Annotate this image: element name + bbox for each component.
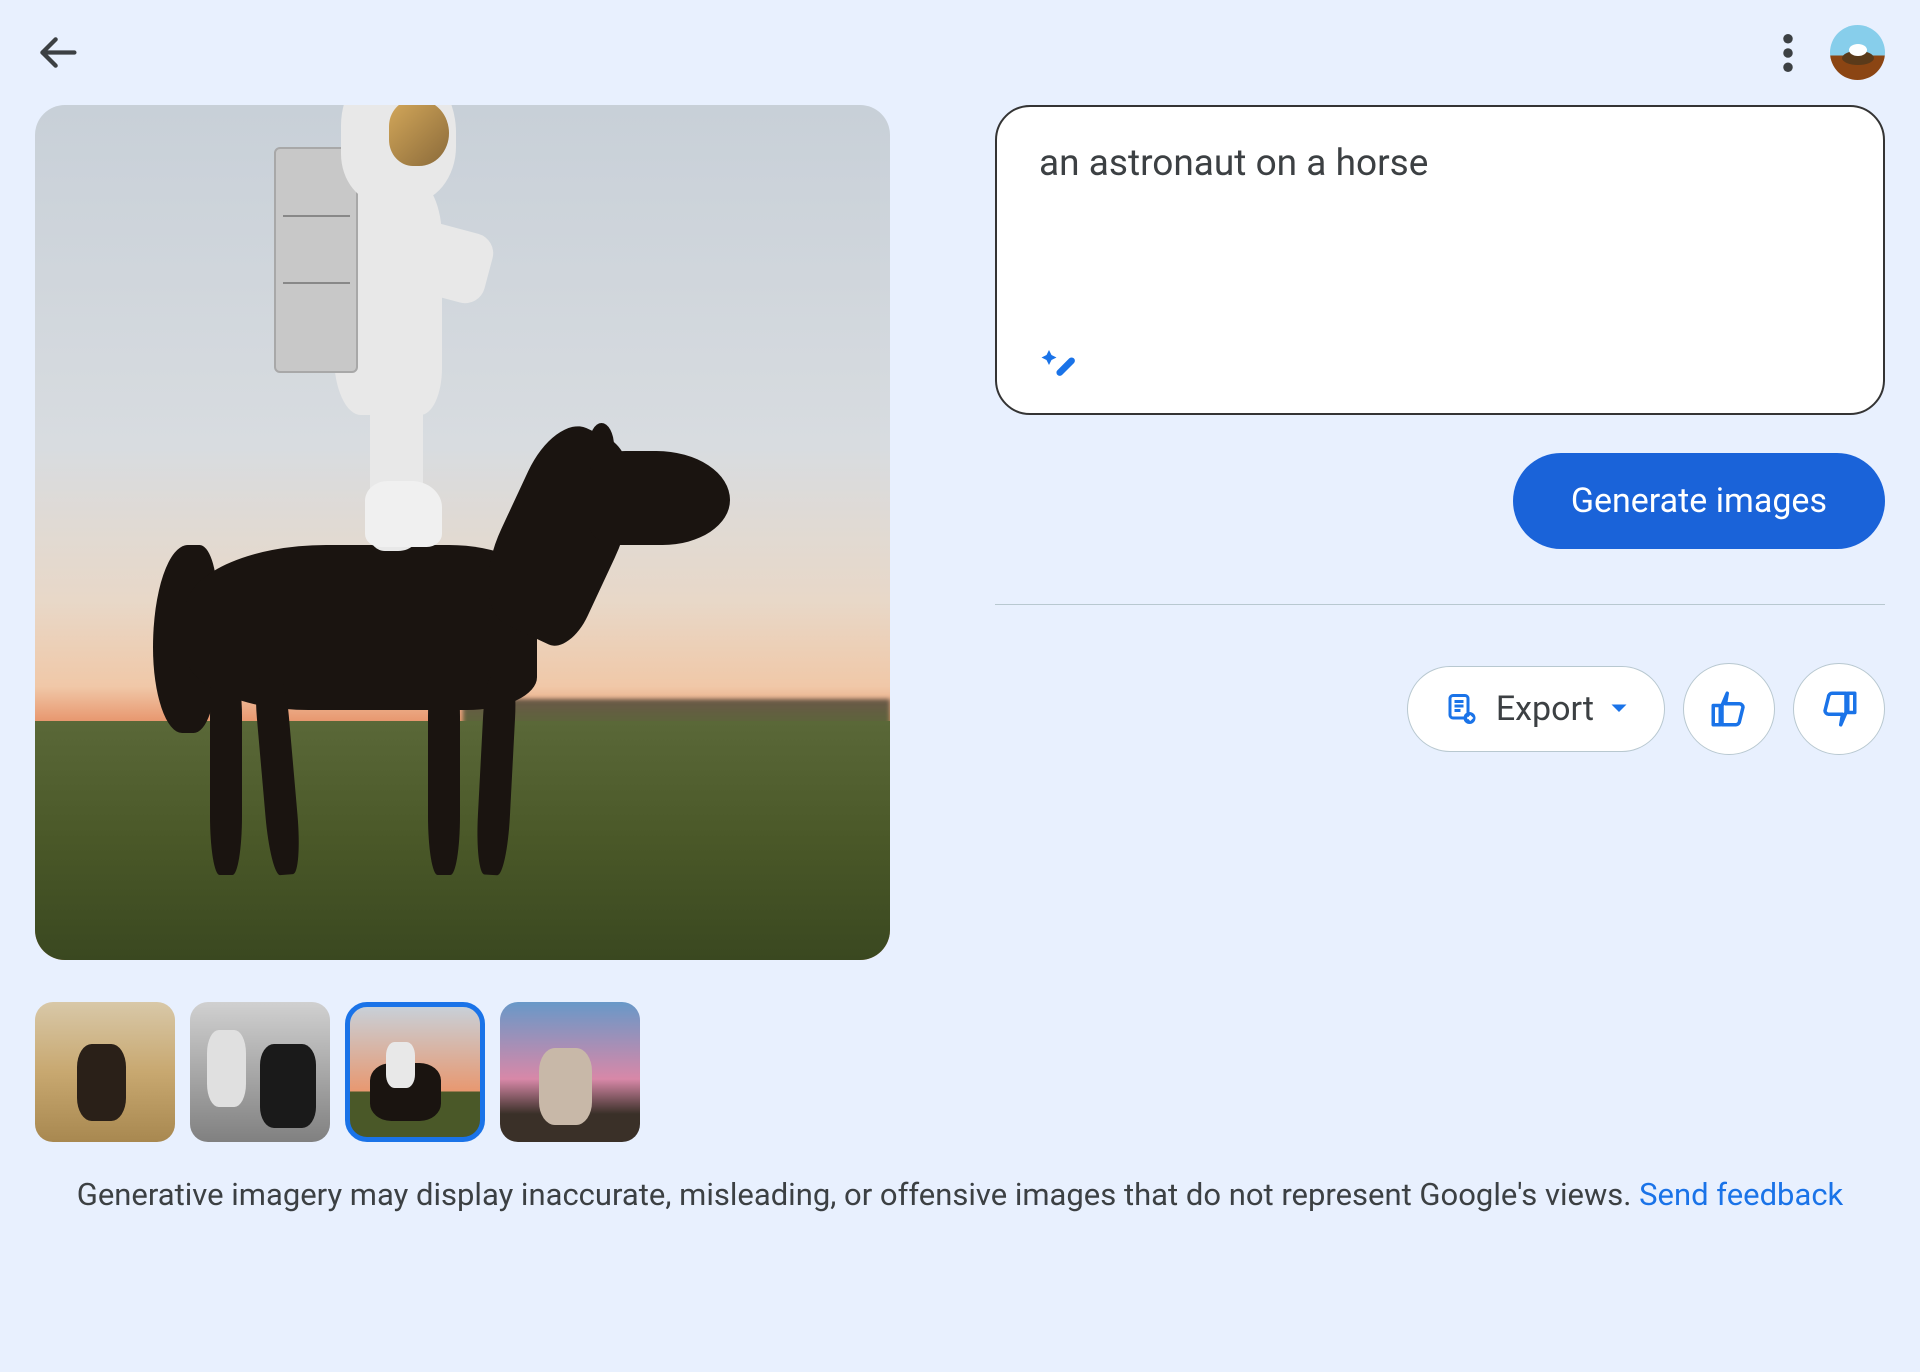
disclaimer-body: Generative imagery may display inaccurat… [77, 1176, 1639, 1213]
thumbs-up-icon [1708, 688, 1750, 730]
arrow-left-icon [35, 30, 80, 75]
thumbnail-4[interactable] [500, 1002, 640, 1142]
magic-edit-button[interactable] [1039, 345, 1079, 385]
user-avatar[interactable] [1830, 25, 1885, 80]
export-button[interactable]: Export [1407, 666, 1665, 752]
divider [995, 604, 1885, 605]
generate-images-button[interactable]: Generate images [1513, 453, 1885, 549]
more-options-button[interactable] [1768, 33, 1808, 73]
thumbs-up-button[interactable] [1683, 663, 1775, 755]
thumbnail-2[interactable] [190, 1002, 330, 1142]
magic-wand-icon [1039, 345, 1079, 385]
dropdown-icon [1610, 703, 1628, 715]
thumbs-down-button[interactable] [1793, 663, 1885, 755]
send-feedback-link[interactable]: Send feedback [1639, 1176, 1843, 1213]
prompt-text-input[interactable]: an astronaut on a horse [1039, 142, 1841, 222]
export-icon [1444, 691, 1480, 727]
generated-image-main[interactable] [35, 105, 890, 960]
more-vert-icon [1783, 34, 1793, 72]
thumbs-down-icon [1818, 688, 1860, 730]
back-button[interactable] [35, 30, 80, 75]
prompt-input-box: an astronaut on a horse [995, 105, 1885, 415]
disclaimer-text: Generative imagery may display inaccurat… [0, 1174, 1920, 1216]
thumbnail-3[interactable] [345, 1002, 485, 1142]
thumbnail-row [35, 1002, 890, 1142]
thumbnail-1[interactable] [35, 1002, 175, 1142]
export-label: Export [1496, 689, 1594, 729]
